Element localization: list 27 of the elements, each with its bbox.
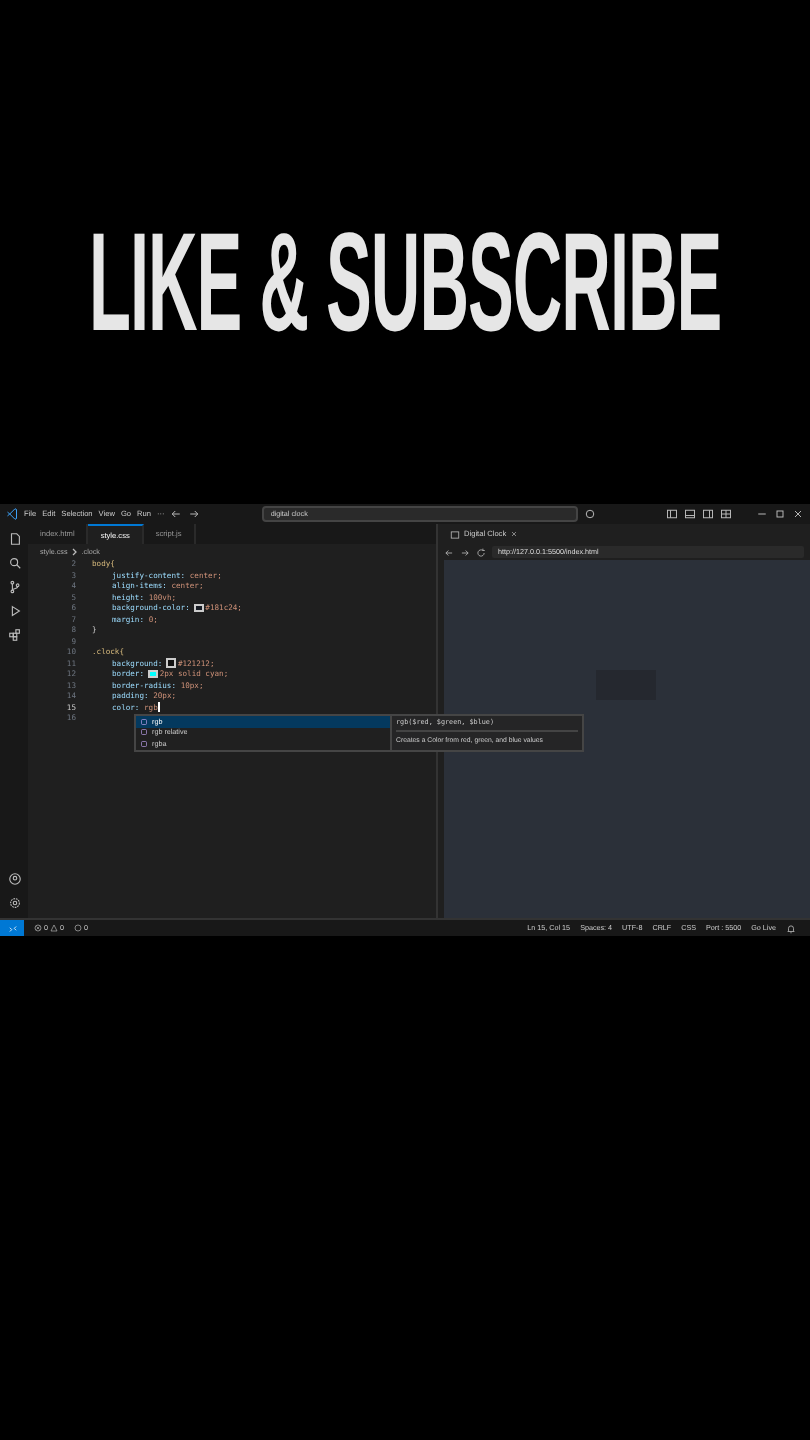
vscode-logo-icon[interactable] xyxy=(6,508,18,520)
forward-arrow-icon[interactable] xyxy=(188,508,201,520)
restore-icon[interactable] xyxy=(774,508,786,520)
back-arrow-icon[interactable] xyxy=(170,508,183,520)
grid-layout-icon[interactable] xyxy=(720,508,732,520)
bell-icon[interactable] xyxy=(786,923,796,933)
forward-arrow-icon[interactable] xyxy=(460,547,470,557)
browser-icon[interactable] xyxy=(450,529,460,539)
split-layout-icon[interactable] xyxy=(702,508,714,520)
search-icon[interactable] xyxy=(7,556,21,570)
headline: LIKE & SUBSCRIBE xyxy=(88,222,722,342)
sidebar-layout-icon[interactable] xyxy=(666,508,678,520)
run-debug-icon[interactable] xyxy=(7,604,21,618)
minimize-icon[interactable] xyxy=(756,508,768,520)
source-control-icon[interactable] xyxy=(7,580,21,594)
chevron-icon xyxy=(71,547,78,555)
remote-icon xyxy=(7,923,17,933)
error-icon xyxy=(34,924,42,932)
back-arrow-icon[interactable] xyxy=(444,547,454,557)
reload-icon[interactable] xyxy=(476,547,486,557)
settings-icon[interactable] xyxy=(7,896,21,910)
close-icon[interactable] xyxy=(792,508,804,520)
files-icon[interactable] xyxy=(7,532,21,546)
account-icon[interactable] xyxy=(7,872,21,886)
extensions-icon[interactable] xyxy=(7,628,21,642)
panel-layout-icon[interactable] xyxy=(684,508,696,520)
warning-icon xyxy=(50,924,58,932)
